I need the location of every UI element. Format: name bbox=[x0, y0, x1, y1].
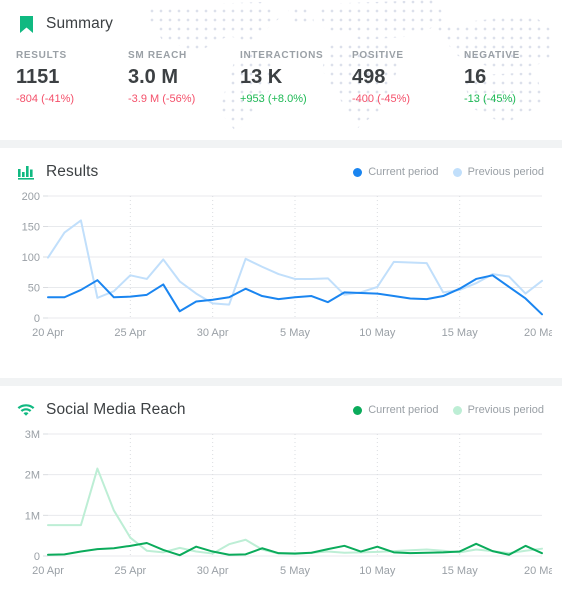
metric-label: SM REACH bbox=[128, 50, 187, 61]
svg-text:20 May: 20 May bbox=[524, 565, 552, 577]
metric-label: NEGATIVE bbox=[464, 50, 520, 61]
svg-text:10 May: 10 May bbox=[359, 565, 396, 577]
results-header: Results Current period Previous period bbox=[0, 148, 562, 182]
legend-item-current[interactable]: Current period bbox=[353, 404, 439, 416]
svg-text:25 Apr: 25 Apr bbox=[114, 565, 146, 577]
social-media-reach-card: Social Media Reach Current period Previo… bbox=[0, 386, 562, 601]
wifi-icon bbox=[16, 400, 36, 420]
svg-text:3M: 3M bbox=[25, 429, 40, 441]
svg-text:15 May: 15 May bbox=[442, 327, 479, 339]
metric-value: 1151 bbox=[16, 66, 60, 88]
bar-chart-icon bbox=[16, 162, 36, 182]
svg-text:20 Apr: 20 Apr bbox=[32, 565, 64, 577]
summary-header: Summary bbox=[0, 0, 562, 34]
metric-delta: +953 (+8.0%) bbox=[240, 93, 307, 105]
svg-text:1M: 1M bbox=[25, 510, 40, 522]
legend-dot-previous bbox=[452, 167, 462, 177]
svg-text:0: 0 bbox=[34, 313, 40, 325]
svg-text:200: 200 bbox=[22, 191, 40, 203]
metric-value: 498 bbox=[352, 66, 386, 88]
metric-negative: NEGATIVE 16 -13 (-45%) bbox=[464, 50, 562, 105]
svg-text:5 May: 5 May bbox=[280, 565, 310, 577]
metric-delta: -804 (-41%) bbox=[16, 93, 75, 105]
bookmark-icon bbox=[16, 14, 36, 34]
summary-metrics: RESULTS 1151 -804 (-41%) SM REACH 3.0 M … bbox=[0, 34, 562, 105]
metric-positive: POSITIVE 498 -400 (-45%) bbox=[352, 50, 464, 105]
svg-text:20 May: 20 May bbox=[524, 327, 552, 339]
svg-text:5 May: 5 May bbox=[280, 327, 310, 339]
card-separator bbox=[0, 378, 562, 386]
svg-text:25 Apr: 25 Apr bbox=[114, 327, 146, 339]
metric-sm-reach: SM REACH 3.0 M -3.9 M (-56%) bbox=[128, 50, 240, 105]
metric-delta: -400 (-45%) bbox=[352, 93, 411, 105]
metric-delta: -3.9 M (-56%) bbox=[128, 93, 196, 105]
metric-label: INTERACTIONS bbox=[240, 50, 324, 61]
metric-delta: -13 (-45%) bbox=[464, 93, 516, 105]
dashboard-page: Summary RESULTS 1151 -804 (-41%) SM REAC… bbox=[0, 0, 562, 601]
svg-text:2M: 2M bbox=[25, 470, 40, 482]
svg-text:15 May: 15 May bbox=[442, 565, 479, 577]
legend-item-previous[interactable]: Previous period bbox=[452, 404, 544, 416]
reach-chart[interactable]: 0 1M 2M 3M 20 Apr 25 Apr 30 Apr 5 May 10 May 15 M… bbox=[0, 420, 562, 586]
svg-text:30 Apr: 30 Apr bbox=[197, 565, 229, 577]
metric-interactions: INTERACTIONS 13 K +953 (+8.0%) bbox=[240, 50, 352, 105]
reach-header: Social Media Reach Current period Previo… bbox=[0, 386, 562, 420]
results-title: Results bbox=[46, 163, 99, 180]
results-chart[interactable]: 0 50 100 150 200 20 Apr 25 Apr 30 Apr 5 May 10 Ma… bbox=[0, 182, 562, 348]
svg-text:30 Apr: 30 Apr bbox=[197, 327, 229, 339]
legend-label: Current period bbox=[368, 404, 439, 416]
metric-label: POSITIVE bbox=[352, 50, 404, 61]
reach-legend: Current period Previous period bbox=[353, 404, 546, 416]
legend-label: Previous period bbox=[467, 166, 544, 178]
summary-title: Summary bbox=[46, 15, 114, 32]
reach-title: Social Media Reach bbox=[46, 401, 186, 418]
metric-value: 3.0 M bbox=[128, 66, 179, 88]
metric-value: 16 bbox=[464, 66, 487, 88]
metric-value: 13 K bbox=[240, 66, 283, 88]
legend-item-current[interactable]: Current period bbox=[353, 166, 439, 178]
summary-card: Summary RESULTS 1151 -804 (-41%) SM REAC… bbox=[0, 0, 562, 140]
metric-label: RESULTS bbox=[16, 50, 67, 61]
legend-item-previous[interactable]: Previous period bbox=[452, 166, 544, 178]
svg-text:20 Apr: 20 Apr bbox=[32, 327, 64, 339]
metric-results: RESULTS 1151 -804 (-41%) bbox=[16, 50, 128, 105]
legend-dot-previous bbox=[452, 405, 462, 415]
legend-label: Previous period bbox=[467, 404, 544, 416]
card-separator bbox=[0, 140, 562, 148]
svg-text:50: 50 bbox=[28, 283, 40, 295]
legend-label: Current period bbox=[368, 166, 439, 178]
results-legend: Current period Previous period bbox=[353, 166, 546, 178]
svg-text:10 May: 10 May bbox=[359, 327, 396, 339]
legend-dot-current bbox=[353, 405, 363, 415]
results-card: Results Current period Previous period 0… bbox=[0, 148, 562, 378]
svg-text:150: 150 bbox=[22, 222, 40, 234]
svg-text:100: 100 bbox=[22, 252, 40, 264]
svg-text:0: 0 bbox=[34, 551, 40, 563]
legend-dot-current bbox=[353, 167, 363, 177]
